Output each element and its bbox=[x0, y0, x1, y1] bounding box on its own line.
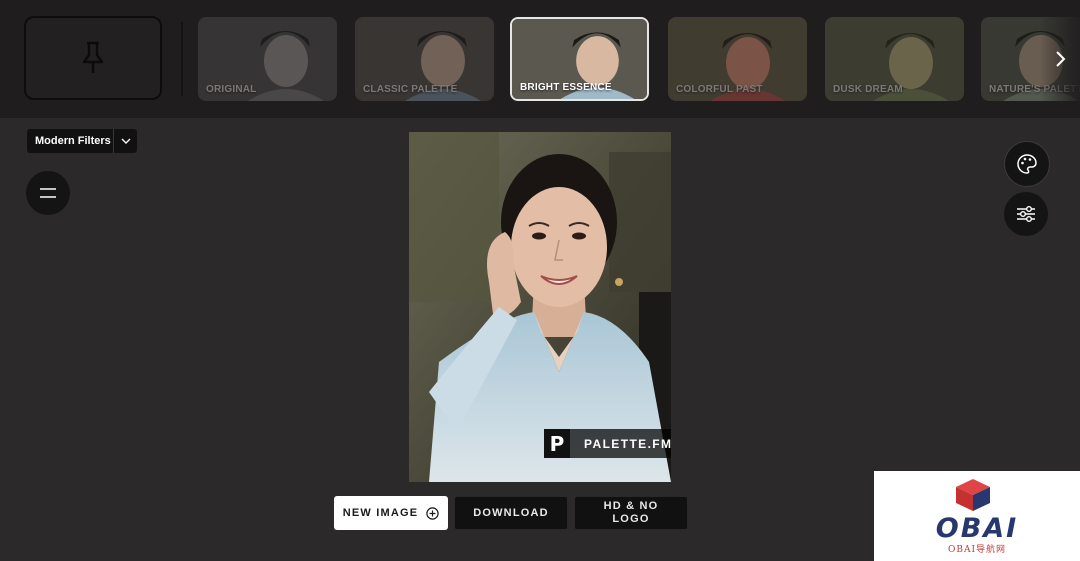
filter-label: BRIGHT ESSENCE bbox=[520, 82, 612, 93]
hd-no-logo-label: HD & NO LOGO bbox=[603, 500, 659, 525]
watermark-logo: P bbox=[544, 429, 570, 458]
pin-filter-button[interactable] bbox=[24, 16, 162, 100]
new-image-label: NEW IMAGE bbox=[342, 507, 419, 519]
chevron-right-icon bbox=[1056, 51, 1066, 67]
palette-watermark: P PALETTE.FM bbox=[544, 429, 671, 458]
palette-icon bbox=[1017, 154, 1037, 174]
download-label: DOWNLOAD bbox=[473, 507, 549, 519]
filter-tile-colorful-past[interactable]: COLORFUL PAST bbox=[668, 17, 807, 101]
filter-category-value: Modern Filters bbox=[35, 135, 111, 147]
filter-label: DUSK DREAM bbox=[833, 84, 903, 95]
filter-label: ORIGINAL bbox=[206, 84, 257, 95]
filter-next-button[interactable] bbox=[1040, 17, 1080, 101]
filter-label: COLORFUL PAST bbox=[676, 84, 763, 95]
filter-strip: ORIGINAL CLASSIC PALETTE BRIGHT ESSENCE … bbox=[0, 0, 1080, 118]
sliders-icon bbox=[1017, 206, 1035, 222]
filter-divider bbox=[181, 22, 183, 96]
menu-button[interactable] bbox=[26, 171, 70, 215]
plus-circle-icon bbox=[426, 506, 439, 520]
site-logo-subtitle: OBAI导航网 bbox=[947, 545, 1007, 555]
watermark-text: PALETTE.FM bbox=[584, 436, 671, 451]
hd-no-logo-button[interactable]: HD & NO LOGO bbox=[574, 496, 688, 530]
new-image-button[interactable]: NEW IMAGE bbox=[334, 496, 448, 530]
color-palette-button[interactable] bbox=[1004, 141, 1050, 187]
download-button[interactable]: DOWNLOAD bbox=[454, 496, 568, 530]
pin-icon bbox=[82, 41, 104, 73]
filter-tile-bright-essence[interactable]: BRIGHT ESSENCE bbox=[510, 17, 649, 101]
filter-label: CLASSIC PALETTE bbox=[363, 84, 458, 95]
colorized-photo: P PALETTE.FM bbox=[409, 132, 671, 482]
site-logo-text: OBAI bbox=[935, 513, 1019, 544]
filter-category-dropdown[interactable]: Modern Filters bbox=[27, 129, 137, 153]
cube-logo-icon bbox=[956, 479, 990, 511]
adjustments-button[interactable] bbox=[1004, 192, 1048, 236]
site-logo-badge: OBAI OBAI导航网 bbox=[874, 471, 1080, 561]
filter-tile-dusk-dream[interactable]: DUSK DREAM bbox=[825, 17, 964, 101]
filter-tile-classic-palette[interactable]: CLASSIC PALETTE bbox=[355, 17, 494, 101]
chevron-down-icon bbox=[114, 138, 137, 144]
hamburger-menu-icon bbox=[40, 188, 56, 198]
filter-tile-original[interactable]: ORIGINAL bbox=[198, 17, 337, 101]
